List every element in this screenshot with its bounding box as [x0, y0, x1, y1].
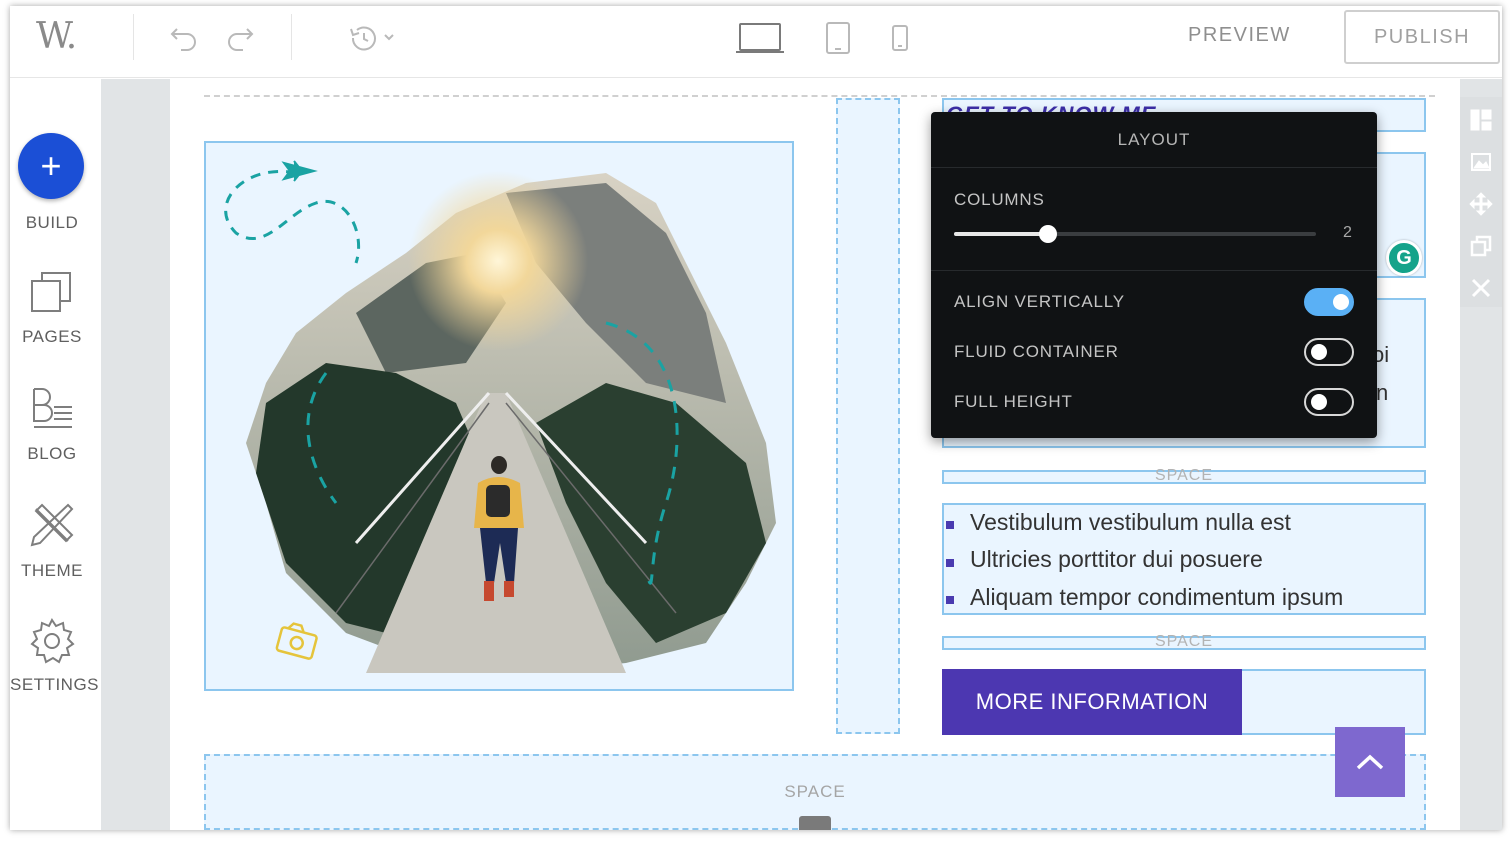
columns-value: 2 [1343, 224, 1352, 241]
hiker-bridge-image [224, 160, 776, 673]
align-vertically-toggle[interactable] [1304, 288, 1354, 316]
empty-column[interactable] [836, 98, 900, 734]
list-bullet [946, 596, 954, 604]
sidebar-item-blog[interactable]: BLOG [10, 444, 94, 464]
full-height-toggle[interactable] [1304, 388, 1354, 416]
sidebar-item-settings[interactable]: SETTINGS [10, 675, 99, 695]
logo: W. [36, 16, 77, 57]
panel-divider [931, 270, 1377, 271]
columns-slider[interactable] [954, 225, 1316, 243]
columns-slider-thumb[interactable] [1039, 225, 1058, 243]
undo-icon[interactable] [166, 20, 202, 56]
mobile-icon[interactable] [882, 20, 918, 56]
toggle-knob [1333, 294, 1349, 310]
full-height-label: FULL HEIGHT [954, 392, 1073, 411]
move-icon[interactable] [1468, 191, 1494, 217]
image-icon[interactable] [1468, 149, 1494, 175]
list-item: Ultricies porttitor dui posuere [970, 546, 1263, 572]
editor-window: W. PREVIEW PUBLISH + BUILD PAGES BLOG TH… [10, 6, 1502, 830]
history-icon[interactable] [344, 20, 400, 56]
layout-icon[interactable] [1468, 107, 1494, 133]
left-sidebar: + BUILD PAGES BLOG THEME SETTINGS [10, 79, 101, 830]
top-toolbar: W. PREVIEW PUBLISH [10, 6, 1502, 78]
grammarly-icon[interactable]: G [1386, 240, 1422, 276]
list-item: Aliquam tempor condimentum ipsum [970, 584, 1344, 610]
toolbar-divider [133, 14, 134, 60]
section-handle[interactable] [799, 816, 831, 830]
duplicate-icon[interactable] [1468, 233, 1494, 259]
columns-slider-fill [954, 232, 1049, 236]
theme-icon[interactable] [28, 501, 76, 549]
space-label: SPACE [1154, 467, 1214, 484]
pages-icon[interactable] [28, 269, 76, 317]
gear-icon[interactable] [28, 617, 76, 665]
align-vertically-label: ALIGN VERTICALLY [954, 292, 1125, 311]
paragraph-peek-text: n [1376, 380, 1389, 405]
publish-button[interactable]: PUBLISH [1344, 10, 1500, 64]
desktop-icon[interactable] [734, 20, 786, 56]
fluid-container-toggle[interactable] [1304, 338, 1354, 366]
tablet-icon[interactable] [820, 20, 856, 56]
toggle-knob [1311, 344, 1327, 360]
more-information-button[interactable]: MORE INFORMATION [942, 669, 1242, 735]
build-button[interactable]: + [18, 133, 84, 199]
toolbar-divider [291, 14, 292, 60]
plus-icon: + [40, 145, 62, 186]
close-icon[interactable] [1468, 275, 1494, 301]
list-bullet [946, 521, 954, 529]
space-label: SPACE [784, 782, 846, 801]
layout-panel: LAYOUT COLUMNS 2 ALIGN VERTICALLY FLUID … [931, 112, 1377, 438]
sidebar-item-build[interactable]: BUILD [10, 213, 94, 233]
chevron-up-icon [1356, 754, 1384, 770]
redo-icon[interactable] [222, 20, 258, 56]
space-label: SPACE [1154, 633, 1214, 650]
toggle-knob [1311, 394, 1327, 410]
blog-icon[interactable] [28, 385, 76, 433]
row-tools [1460, 97, 1502, 307]
list-item: Vestibulum vestibulum nulla est [970, 509, 1291, 535]
section-top-border [204, 79, 1435, 97]
sidebar-item-pages[interactable]: PAGES [10, 327, 94, 347]
image-block[interactable] [204, 141, 794, 691]
sidebar-item-theme[interactable]: THEME [10, 561, 94, 581]
preview-button[interactable]: PREVIEW [1188, 24, 1291, 47]
bullet-list[interactable]: Vestibulum vestibulum nulla est Ultricie… [942, 503, 1426, 615]
fluid-container-label: FLUID CONTAINER [954, 342, 1119, 361]
columns-label: COLUMNS [954, 190, 1045, 209]
panel-title: LAYOUT [931, 112, 1377, 168]
list-bullet [946, 559, 954, 567]
scroll-to-top-button[interactable] [1335, 727, 1405, 797]
